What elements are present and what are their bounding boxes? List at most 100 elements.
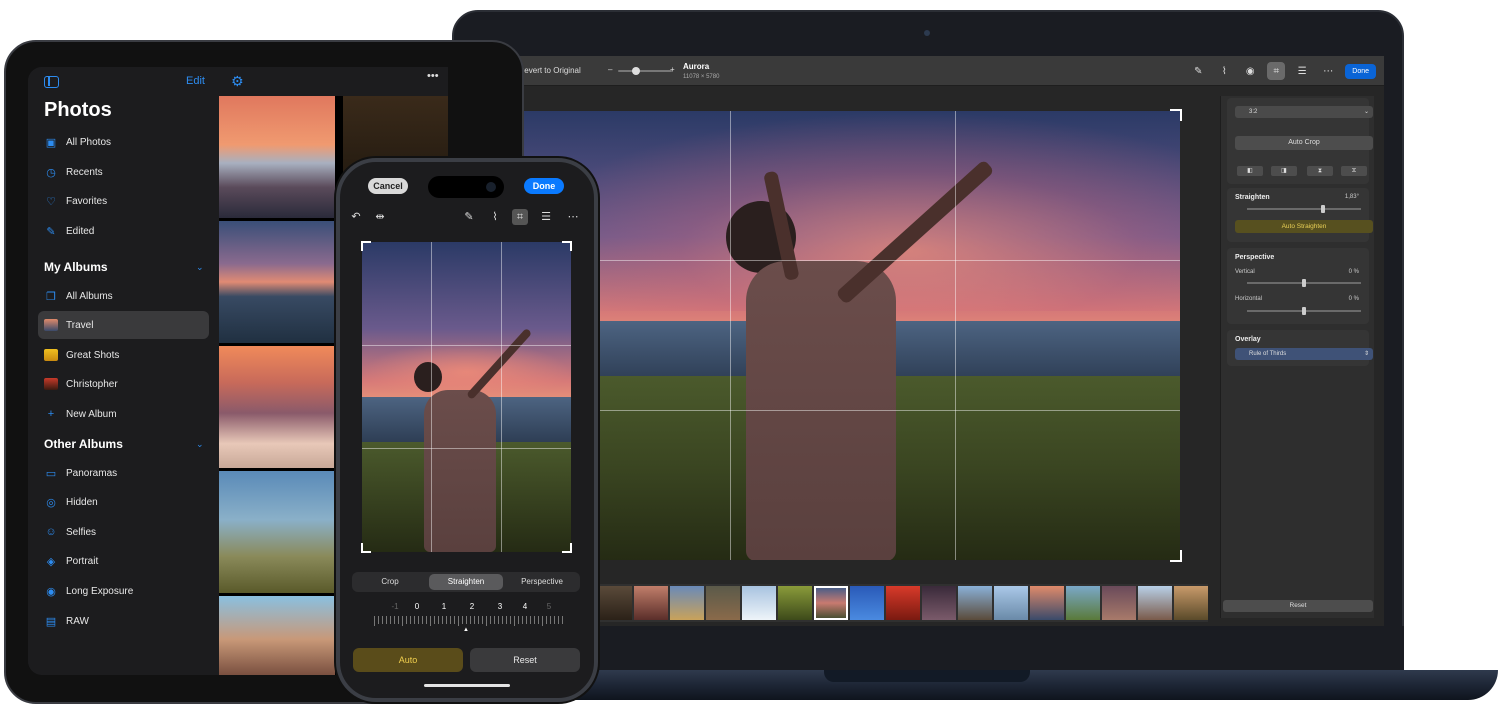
- sidebar-item-all-photos[interactable]: ▣ All Photos: [38, 128, 209, 156]
- sidebar-toggle-icon[interactable]: [44, 76, 59, 88]
- tab-crop[interactable]: Crop: [354, 574, 426, 590]
- sidebar-item-christopher[interactable]: Christopher: [38, 370, 209, 398]
- magic-wand-icon[interactable]: ✎: [1189, 62, 1207, 80]
- filmstrip-thumb[interactable]: [922, 586, 956, 620]
- sidebar-item-label: RAW: [66, 615, 89, 627]
- sidebar-item-long-exposure[interactable]: ◉ Long Exposure: [38, 577, 209, 605]
- crop-handle-tr[interactable]: [1170, 109, 1182, 121]
- revert-button[interactable]: Revert to Original: [519, 66, 581, 75]
- adjust-icon[interactable]: ☰: [538, 209, 554, 225]
- filmstrip-thumb[interactable]: [850, 586, 884, 620]
- filmstrip-thumb[interactable]: [1102, 586, 1136, 620]
- grid-photo[interactable]: [219, 221, 335, 343]
- filmstrip-thumb[interactable]: [778, 586, 812, 620]
- rotate-right-icon[interactable]: ◨: [1271, 166, 1297, 176]
- filmstrip-thumb[interactable]: [706, 586, 740, 620]
- grid-photo[interactable]: [219, 346, 335, 468]
- auto-crop-button[interactable]: Auto Crop: [1235, 136, 1373, 150]
- filmstrip-thumb[interactable]: [634, 586, 668, 620]
- tab-straighten[interactable]: Straighten: [429, 574, 503, 590]
- crop-handle-tr[interactable]: [562, 241, 572, 251]
- crop-handle-tl[interactable]: [361, 241, 371, 251]
- ruler-number: 2: [469, 602, 475, 611]
- more-icon[interactable]: ⋯: [565, 209, 581, 225]
- gear-icon[interactable]: ⚙: [231, 73, 244, 90]
- ruler-tick: [438, 616, 439, 624]
- iphone-auto-button[interactable]: Auto: [353, 648, 463, 672]
- sidebar-item-new-album[interactable]: + New Album: [38, 400, 209, 428]
- iphone-cancel-button[interactable]: Cancel: [368, 178, 408, 194]
- crop-handle-br[interactable]: [562, 543, 572, 553]
- filmstrip-thumb[interactable]: [886, 586, 920, 620]
- filmstrip-thumb[interactable]: [598, 586, 632, 620]
- filmstrip-thumb[interactable]: [1138, 586, 1172, 620]
- tab-perspective[interactable]: Perspective: [506, 574, 578, 590]
- flip-vertical-icon[interactable]: ⧖: [1341, 166, 1367, 176]
- grid-photo[interactable]: [219, 471, 335, 593]
- retouch-icon[interactable]: ⌇: [487, 209, 503, 225]
- straighten-knob[interactable]: [1321, 205, 1325, 213]
- compare-icon[interactable]: ⇹: [372, 209, 388, 225]
- iphone-done-button[interactable]: Done: [524, 178, 564, 194]
- sidebar-item-great-shots[interactable]: Great Shots: [38, 341, 209, 369]
- grid-photo[interactable]: [219, 96, 335, 218]
- sidebar-item-edited[interactable]: ✎ Edited: [38, 217, 209, 245]
- cube-icon: ◈: [46, 555, 56, 568]
- filmstrip-thumb[interactable]: [958, 586, 992, 620]
- albums-icon: ❐: [46, 290, 56, 303]
- sidebar-item-favorites[interactable]: ♡ Favorites: [38, 187, 209, 215]
- chevron-down-icon[interactable]: ⌄: [196, 262, 204, 273]
- sidebar-item-panoramas[interactable]: ▭ Panoramas: [38, 459, 209, 487]
- sidebar-item-recents[interactable]: ◷ Recents: [38, 158, 209, 186]
- mac-reset-button[interactable]: Reset: [1223, 600, 1373, 612]
- filmstrip-thumb[interactable]: [670, 586, 704, 620]
- my-albums-heading[interactable]: My Albums: [44, 260, 108, 274]
- adjust-icon[interactable]: ☰: [1293, 62, 1311, 80]
- ruler-tick: [450, 616, 451, 624]
- iphone-reset-button[interactable]: Reset: [470, 648, 580, 672]
- crop-icon[interactable]: ⌗: [1267, 62, 1286, 80]
- flip-horizontal-icon[interactable]: ⧗: [1307, 166, 1333, 176]
- undo-icon[interactable]: ↶: [348, 209, 364, 225]
- ruler-tick: [510, 616, 511, 624]
- zoom-slider[interactable]: [618, 67, 672, 75]
- vertical-knob[interactable]: [1302, 279, 1306, 287]
- rotate-left-icon[interactable]: ◧: [1237, 166, 1263, 176]
- crop-handle-br[interactable]: [1170, 550, 1182, 562]
- sidebar-item-travel[interactable]: Travel: [38, 311, 209, 339]
- aspect-select[interactable]: 3:2 ⌄: [1235, 106, 1373, 118]
- sidebar-item-portrait[interactable]: ◈ Portrait: [38, 547, 209, 575]
- chevron-down-icon[interactable]: ⌄: [196, 439, 204, 450]
- sidebar-item-hidden[interactable]: ◎ Hidden: [38, 488, 209, 516]
- filmstrip-thumb[interactable]: [1030, 586, 1064, 620]
- horizontal-knob[interactable]: [1302, 307, 1306, 315]
- sidebar-item-all-albums[interactable]: ❐ All Albums: [38, 282, 209, 310]
- more-icon[interactable]: ⋯: [1319, 62, 1337, 80]
- filmstrip-thumb[interactable]: [994, 586, 1028, 620]
- vertical-slider[interactable]: [1247, 279, 1361, 287]
- magic-wand-icon[interactable]: ✎: [461, 209, 477, 225]
- auto-straighten-button[interactable]: Auto Straighten: [1235, 220, 1373, 233]
- filmstrip-thumb[interactable]: [1174, 586, 1208, 620]
- mac-done-button[interactable]: Done: [1345, 63, 1376, 79]
- filmstrip-thumb[interactable]: [1066, 586, 1100, 620]
- main-photo[interactable]: [506, 111, 1180, 560]
- sidebar-item-raw[interactable]: ▤ RAW: [38, 607, 209, 635]
- filter-icon[interactable]: ◉: [1241, 62, 1259, 80]
- ruler-tick: [466, 616, 467, 624]
- crop-icon[interactable]: ⌗: [512, 209, 528, 225]
- horizontal-slider[interactable]: [1247, 307, 1361, 315]
- overlay-select[interactable]: Rule of Thirds ⇕: [1235, 348, 1373, 360]
- retouch-icon[interactable]: ⌇: [1215, 62, 1233, 80]
- filmstrip-thumb-selected[interactable]: [814, 586, 848, 620]
- ruler-tick: [418, 616, 419, 624]
- sidebar-item-selfies[interactable]: ☺ Selfies: [38, 518, 209, 546]
- other-albums-heading[interactable]: Other Albums: [44, 437, 123, 451]
- iphone-photo[interactable]: [362, 242, 571, 552]
- more-icon[interactable]: •••: [427, 70, 439, 82]
- crop-handle-bl[interactable]: [361, 543, 371, 553]
- grid-photo[interactable]: [219, 596, 335, 675]
- straighten-slider[interactable]: [1247, 205, 1361, 213]
- filmstrip-thumb[interactable]: [742, 586, 776, 620]
- ipad-edit-button[interactable]: Edit: [186, 75, 205, 87]
